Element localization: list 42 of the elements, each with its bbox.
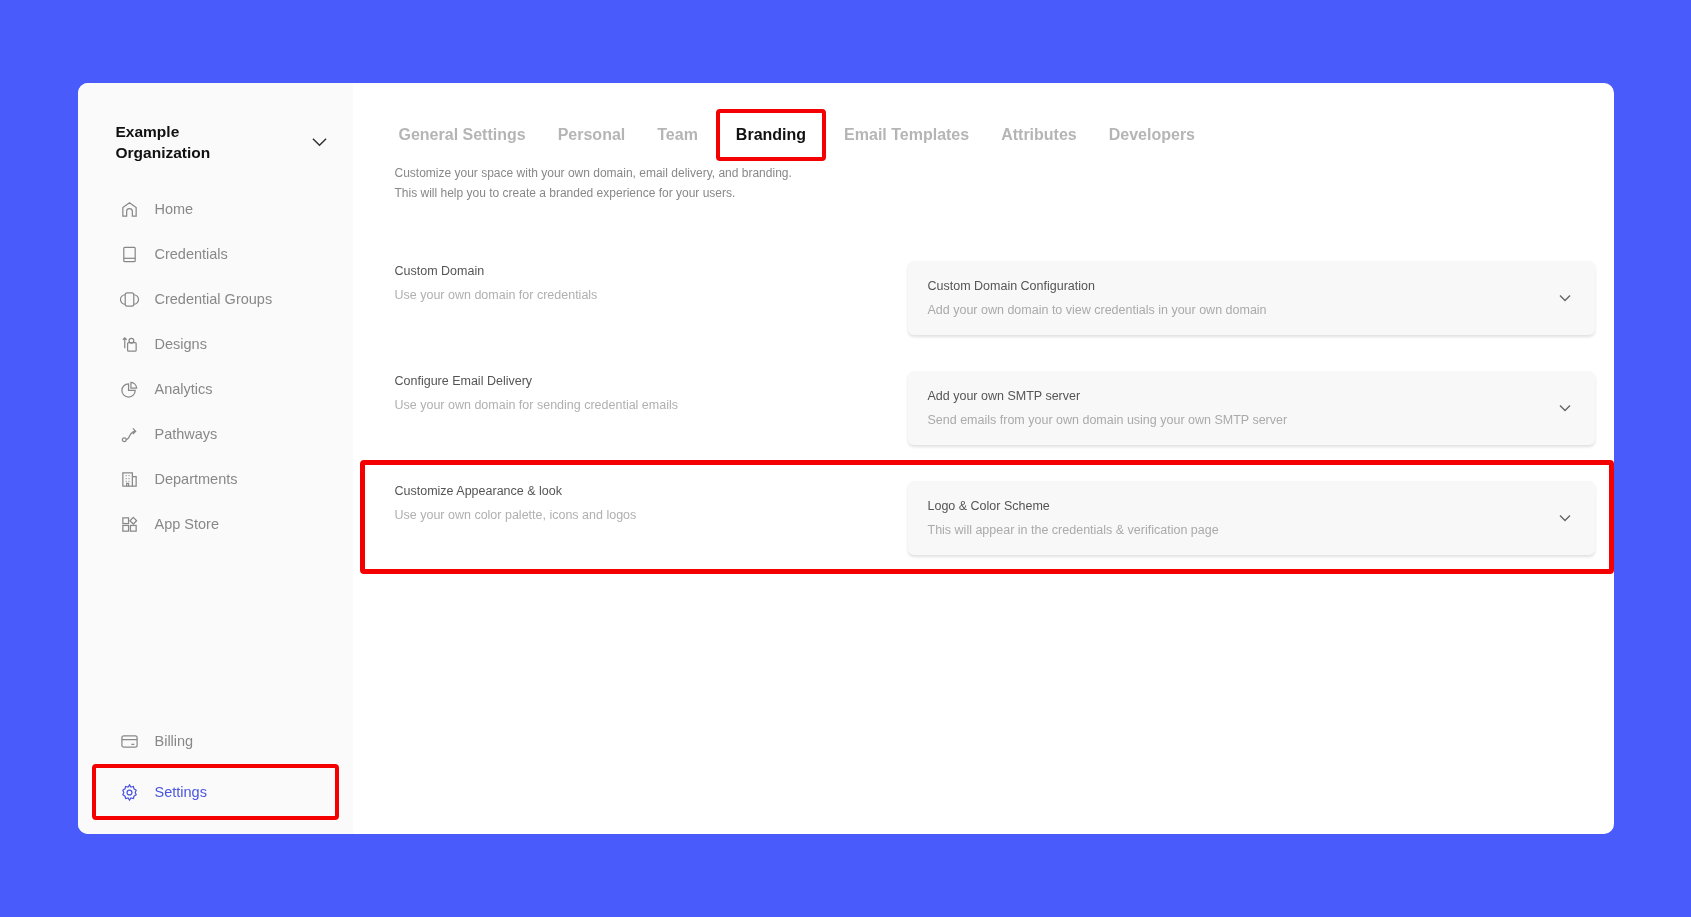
building-icon: [119, 469, 139, 489]
nav-item[interactable]: Credentials: [91, 236, 339, 272]
section-title: Custom Domain: [394, 264, 486, 278]
nav-item[interactable]: Pathways: [91, 416, 339, 452]
nav-item[interactable]: Departments: [91, 461, 339, 497]
nav-item[interactable]: Billing: [91, 723, 339, 759]
tab[interactable]: Attributes: [987, 109, 1091, 161]
section-subtitle: Use your own color palette, icons and logos: [394, 508, 637, 522]
tab[interactable]: Developers: [1094, 109, 1209, 161]
card-title: Logo & Color Scheme: [927, 499, 1051, 513]
pie-chart-icon: [119, 379, 139, 399]
organization-name: Example Organization: [115, 122, 212, 163]
section-title: Customize Appearance & look: [394, 484, 563, 498]
tab[interactable]: Branding: [715, 109, 827, 161]
card-subtitle: Send emails from your own domain using your own SMTP server: [927, 413, 1288, 427]
nav-item[interactable]: App Store: [91, 506, 339, 542]
nav-item[interactable]: Analytics: [91, 371, 339, 407]
card-subtitle: This will appear in the credentials & verification page: [927, 523, 1219, 537]
tab[interactable]: Team: [643, 109, 712, 161]
section-subtitle: Use your own domain for credentials: [394, 288, 598, 302]
tab[interactable]: Personal: [543, 109, 640, 161]
card-title: Custom Domain Configuration: [927, 279, 1096, 293]
card-subtitle: Add your own domain to view credentials in your own domain: [927, 303, 1267, 317]
description-text: Customize your space with your own domain, email delivery, and branding.: [394, 165, 793, 182]
card-title: Add your own SMTP server: [927, 389, 1082, 403]
apps-icon: [119, 514, 139, 534]
stack-icon: [119, 289, 139, 309]
section-title: Configure Email Delivery: [394, 374, 534, 388]
description-text: This will help you to create a branded experience for your users.: [394, 185, 737, 202]
accordion-card[interactable]: Add your own SMTP server Send emails from your own domain using your own SMTP server: [907, 371, 1595, 445]
section-subtitle: Use your own domain for sending credential emails: [394, 398, 678, 412]
chevron-down-icon[interactable]: [311, 137, 327, 147]
accordion-card[interactable]: Custom Domain Configuration Add your own domain to view credentials in your own domain: [907, 261, 1595, 335]
nav-item[interactable]: Credential Groups: [91, 281, 339, 317]
nav-item[interactable]: Home: [91, 191, 339, 227]
tab[interactable]: General Settings: [384, 109, 540, 161]
home-icon: [119, 199, 139, 219]
tab[interactable]: Email Templates: [830, 109, 984, 161]
nav-item[interactable]: Designs: [91, 326, 339, 362]
accordion-card[interactable]: Logo & Color Scheme This will appear in the credentials & verification page: [907, 481, 1595, 555]
nav-item[interactable]: Settings: [91, 764, 339, 820]
settings-icon: [119, 782, 139, 802]
